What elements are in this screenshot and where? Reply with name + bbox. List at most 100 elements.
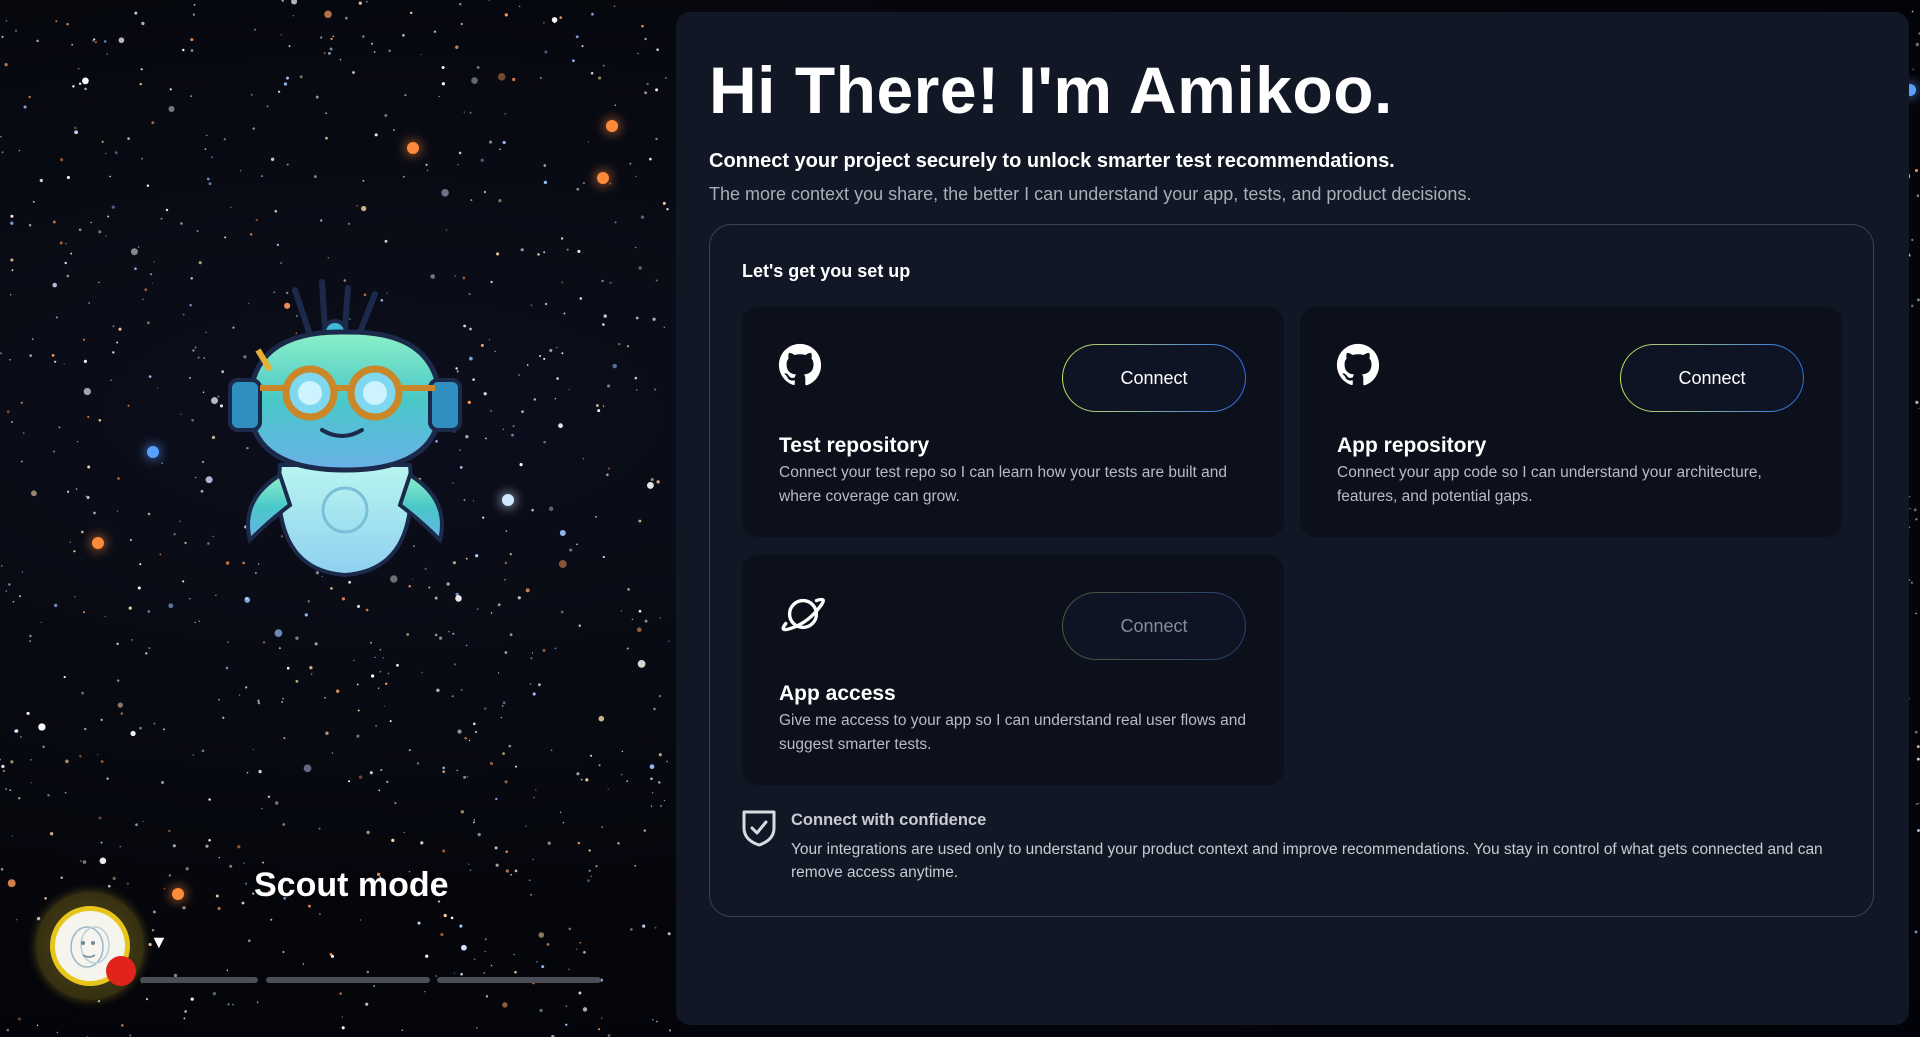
- star: [146, 321, 150, 325]
- star: [184, 541, 187, 545]
- star: [36, 916, 41, 921]
- star: [29, 640, 31, 642]
- confidence-title: Connect with confidence: [791, 811, 987, 829]
- star: [82, 77, 89, 85]
- star: [433, 30, 437, 33]
- chevron-down-icon[interactable]: ▼: [150, 932, 168, 953]
- star: [194, 346, 197, 349]
- star: [649, 157, 652, 161]
- star: [518, 374, 520, 376]
- star: [237, 845, 241, 849]
- star: [660, 805, 662, 807]
- star: [519, 463, 523, 467]
- connect-app-repository-button[interactable]: Connect: [1620, 344, 1804, 412]
- star: [459, 924, 463, 928]
- star: [270, 918, 273, 921]
- connect-app-access-button[interactable]: Connect: [1062, 592, 1246, 660]
- star: [206, 177, 210, 181]
- star: [90, 221, 92, 224]
- planet-icon: [781, 597, 825, 632]
- star: [485, 995, 489, 998]
- star: [325, 112, 327, 114]
- star: [569, 548, 573, 552]
- star: [634, 376, 638, 380]
- star: [348, 780, 351, 783]
- star: [597, 1028, 601, 1031]
- star: [72, 85, 75, 88]
- shield-check-icon: [742, 810, 776, 847]
- star: [1913, 508, 1917, 512]
- star: [551, 17, 558, 23]
- star: [1918, 802, 1920, 805]
- star: [194, 621, 196, 624]
- star: [0, 136, 2, 138]
- star: [379, 649, 382, 651]
- star: [358, 775, 363, 779]
- star: [142, 298, 144, 301]
- star: [295, 679, 299, 683]
- connect-test-repository-button[interactable]: Connect: [1062, 344, 1246, 412]
- star: [109, 175, 111, 178]
- star: [598, 715, 605, 722]
- star: [336, 689, 340, 693]
- star: [98, 418, 102, 422]
- star: [257, 699, 260, 702]
- star: [1915, 400, 1919, 405]
- star: [1915, 803, 1918, 806]
- star: [145, 652, 148, 655]
- star: [640, 215, 645, 219]
- star: [70, 252, 73, 255]
- star: [476, 66, 480, 69]
- star: [11, 269, 14, 271]
- star: [129, 1034, 132, 1037]
- star: [600, 1017, 603, 1019]
- star: [484, 950, 486, 953]
- robot-mascot-icon: [228, 279, 462, 578]
- glowing-star: [502, 494, 514, 506]
- star: [508, 744, 512, 748]
- star: [497, 603, 501, 607]
- star: [29, 354, 32, 357]
- star: [309, 666, 313, 670]
- star: [313, 175, 317, 179]
- star: [536, 960, 538, 963]
- star: [160, 217, 163, 220]
- star: [325, 136, 328, 140]
- star: [98, 816, 102, 820]
- star: [97, 999, 101, 1003]
- star: [601, 826, 604, 828]
- star: [54, 603, 58, 608]
- star: [141, 21, 145, 26]
- star: [644, 619, 648, 623]
- star: [637, 660, 646, 668]
- star: [471, 77, 478, 84]
- star: [134, 267, 137, 270]
- star: [366, 1, 368, 3]
- star: [483, 392, 487, 396]
- star: [425, 163, 428, 166]
- star: [280, 33, 283, 36]
- star: [529, 683, 532, 685]
- star: [324, 10, 332, 19]
- progress-segment-1: [140, 977, 258, 983]
- star: [365, 1002, 369, 1006]
- star: [1911, 238, 1914, 242]
- star: [168, 829, 171, 833]
- star: [116, 510, 119, 512]
- star: [617, 842, 620, 845]
- star: [621, 750, 624, 753]
- star: [1, 151, 4, 154]
- star: [52, 220, 56, 224]
- star: [483, 190, 487, 194]
- star: [438, 636, 443, 640]
- star: [484, 437, 487, 440]
- star: [30, 490, 37, 497]
- star: [94, 40, 98, 44]
- page-title: Hi There! I'm Amikoo.: [709, 53, 1393, 127]
- star: [147, 512, 151, 516]
- star: [585, 778, 589, 782]
- star: [476, 1027, 478, 1029]
- star: [172, 844, 176, 848]
- star: [212, 992, 217, 996]
- star: [190, 277, 193, 280]
